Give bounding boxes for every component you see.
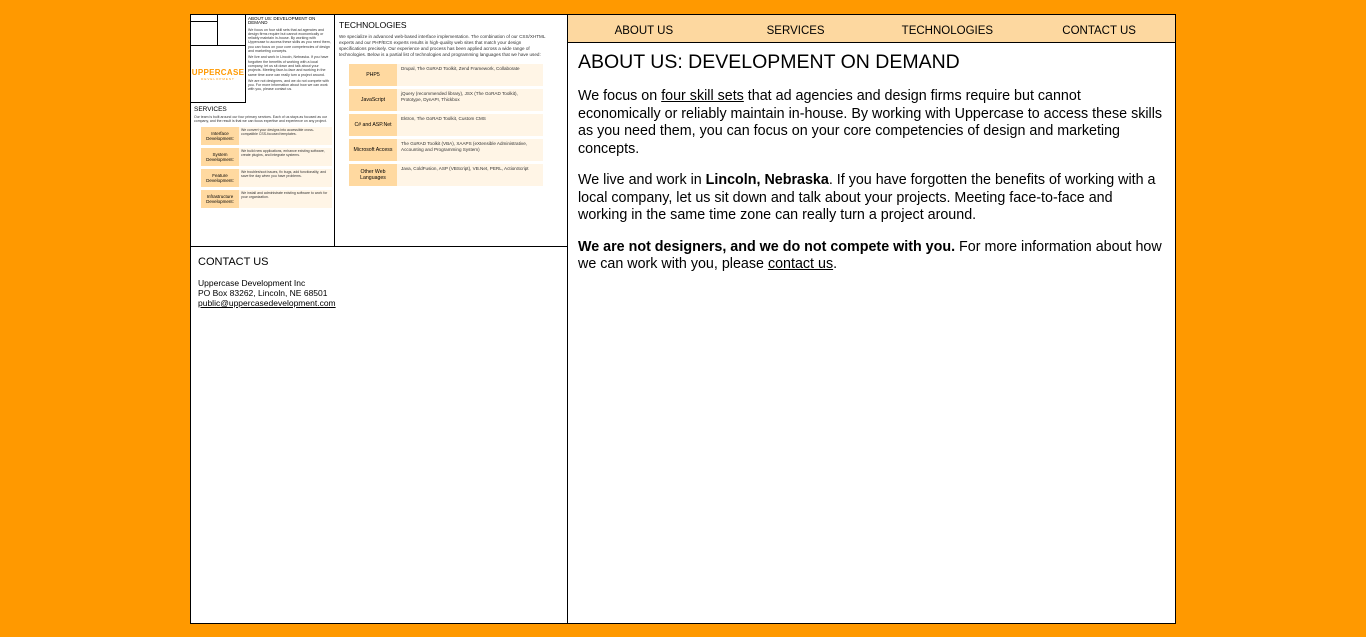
skill-sets-link[interactable]: four skill sets xyxy=(661,88,744,104)
nav-about[interactable]: ABOUT US xyxy=(568,21,720,37)
nav-technologies[interactable]: TECHNOLOGIES xyxy=(872,21,1024,37)
technology-row: Other Web Languages Java, ColdFusion, AS… xyxy=(349,164,543,186)
mini-about-p2: We live and work in Lincoln, Nebraska. I… xyxy=(248,55,329,77)
contact-email-link[interactable]: public@uppercasedevelopment.com xyxy=(198,298,336,308)
thumbnail-panel: UPPERCASE DEVELOPMENT ABOUT US: DEVELOPM… xyxy=(191,15,335,247)
grid-cell xyxy=(191,15,218,22)
about-paragraph-3: We are not designers, and we do not comp… xyxy=(578,239,1165,274)
technology-desc: Java, ColdFusion, ASP (VBScript), VB.Net… xyxy=(397,164,543,186)
statement-bold: We are not designers, and we do not comp… xyxy=(578,238,956,255)
main-column: ABOUT US SERVICES TECHNOLOGIES CONTACT U… xyxy=(568,15,1175,623)
contact-company: Uppercase Development Inc xyxy=(198,278,306,288)
services-title: SERVICES xyxy=(194,106,227,113)
service-row: Feature Development: We troubleshoot iss… xyxy=(201,169,332,187)
service-desc: We build new applications, enhance exist… xyxy=(239,148,332,166)
mini-about-title: ABOUT US: DEVELOPMENT ON DEMAND xyxy=(248,16,316,26)
service-name: Feature Development: xyxy=(201,169,239,187)
technologies-title: TECHNOLOGIES xyxy=(339,20,407,30)
service-name: Interface Development: xyxy=(201,127,239,145)
text-span: We focus on xyxy=(578,88,662,104)
logo-text: UPPERCASE xyxy=(191,67,245,77)
service-desc: We convert your designs into accessible … xyxy=(239,127,332,145)
service-name: Infrastructure Development: xyxy=(201,190,239,208)
contact-us-link[interactable]: contact us xyxy=(768,256,833,272)
technology-name: Microsoft Access xyxy=(349,139,397,161)
about-paragraph-2: We live and work in Lincoln, Nebraska. I… xyxy=(578,172,1165,225)
grid-cell xyxy=(191,22,218,46)
services-intro: Our team is built around our four primar… xyxy=(194,115,328,123)
nav-contact[interactable]: CONTACT US xyxy=(1023,21,1175,37)
mini-about-p3: We are not designers, and we do not comp… xyxy=(248,78,329,92)
top-nav: ABOUT US SERVICES TECHNOLOGIES CONTACT U… xyxy=(568,15,1175,43)
technology-desc: jQuery (recommended library), JSX (The G… xyxy=(397,89,543,111)
grid-cell xyxy=(218,15,246,46)
contact-title: CONTACT US xyxy=(198,256,269,268)
technology-desc: Drupal, The GoRAD Toolkit, Zend Framewor… xyxy=(397,64,543,86)
about-paragraph-1: We focus on four skill sets that ad agen… xyxy=(578,88,1165,158)
text-span: We live and work in xyxy=(578,172,706,188)
mini-about-p1: We focus on four skill sets that ad agen… xyxy=(248,27,331,54)
technology-name: Other Web Languages xyxy=(349,164,397,186)
technology-desc: Ektron, The GoRAD Toolkit, Custom CMS xyxy=(397,114,543,136)
technology-row: C# and ASP.Net Ektron, The GoRAD Toolkit… xyxy=(349,114,543,136)
nav-services[interactable]: SERVICES xyxy=(720,21,872,37)
contact-section: CONTACT US Uppercase Development Inc PO … xyxy=(191,247,567,308)
main-content: ABOUT US: DEVELOPMENT ON DEMAND We focus… xyxy=(568,43,1175,274)
technology-name: JavaScript xyxy=(349,89,397,111)
text-span: . xyxy=(833,256,838,272)
services-section: SERVICES Our team is built around our fo… xyxy=(191,103,334,211)
technology-row: JavaScript jQuery (recommended library),… xyxy=(349,89,543,111)
mini-about: ABOUT US: DEVELOPMENT ON DEMAND We focus… xyxy=(248,16,332,94)
technologies-section: TECHNOLOGIES We specialize in advanced w… xyxy=(335,15,567,247)
service-name: System Development: xyxy=(201,148,239,166)
logo[interactable]: UPPERCASE DEVELOPMENT xyxy=(191,46,246,103)
logo-subtext: DEVELOPMENT xyxy=(201,76,235,81)
page-title: ABOUT US: DEVELOPMENT ON DEMAND xyxy=(578,51,960,73)
technology-row: Microsoft Access The GoRAD Toolkit (VBA)… xyxy=(349,139,543,161)
service-row: Interface Development: We convert your d… xyxy=(201,127,332,145)
service-row: Infrastructure Development: We install a… xyxy=(201,190,332,208)
technologies-intro: We specialize in advanced web-based inte… xyxy=(339,34,546,57)
technology-row: PHP5 Drupal, The GoRAD Toolkit, Zend Fra… xyxy=(349,64,543,86)
service-desc: We install and administrate existing sof… xyxy=(239,190,332,208)
contact-address: PO Box 83262, Lincoln, NE 68501 xyxy=(198,288,328,298)
page-frame: UPPERCASE DEVELOPMENT ABOUT US: DEVELOPM… xyxy=(190,14,1176,624)
service-desc: We troubleshoot issues, fix bugs, add fu… xyxy=(239,169,332,187)
left-column: UPPERCASE DEVELOPMENT ABOUT US: DEVELOPM… xyxy=(191,15,568,623)
location-bold: Lincoln, Nebraska xyxy=(705,172,829,188)
technology-name: C# and ASP.Net xyxy=(349,114,397,136)
technology-desc: The GoRAD Toolkit (VBA), XAAPS (eXtensib… xyxy=(397,139,543,161)
technology-name: PHP5 xyxy=(349,64,397,86)
service-row: System Development: We build new applica… xyxy=(201,148,332,166)
